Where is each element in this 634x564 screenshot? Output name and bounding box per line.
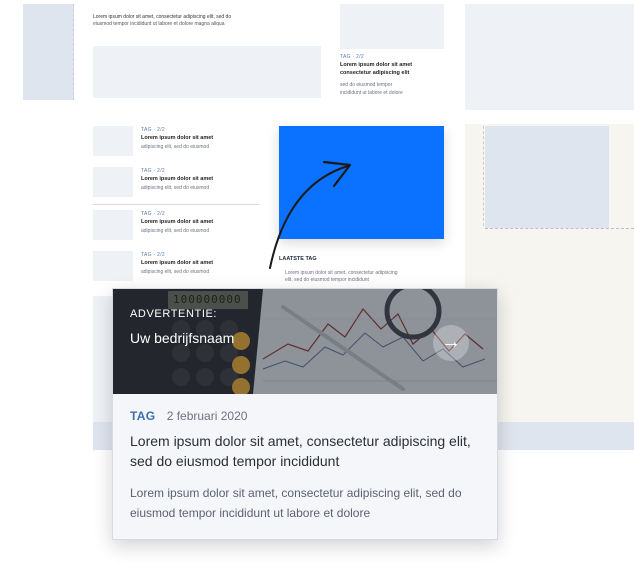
list-item-title[interactable]: Lorem ipsum dolor sit amet: [141, 260, 213, 267]
top-text-line-2: eiusmod tempor incididunt ut labore et d…: [93, 21, 225, 27]
list-item-excerpt: adipiscing elit, sed do eiusmod: [141, 269, 210, 275]
card-meta: TAG 2 februari 2020: [130, 409, 247, 423]
list-item-thumb: [93, 210, 133, 240]
list-item-title[interactable]: Lorem ipsum dolor sit amet: [141, 176, 213, 183]
list-item-thumb: [93, 251, 133, 281]
side-article-title-2[interactable]: consectetur adipiscing elit: [340, 70, 409, 77]
wide-placeholder-block: [93, 46, 321, 98]
list-item-excerpt: adipiscing elit, sed do eiusmod: [141, 228, 210, 234]
arrow-right-icon[interactable]: →: [433, 325, 469, 361]
ad-label: ADVERTENTIE:: [130, 308, 218, 320]
article-list: TAG · 2/2 Lorem ipsum dolor sit amet adi…: [93, 126, 261, 286]
list-item-tag: TAG · 2/2: [141, 127, 166, 133]
side-article-image[interactable]: [340, 4, 444, 49]
right-panel-dashed-vertical: [483, 126, 484, 226]
top-text-line-1: Lorem ipsum dolor sit amet, consectetur …: [93, 14, 232, 20]
card-date: 2 februari 2020: [166, 409, 248, 423]
list-item-thumb: [93, 126, 133, 156]
card-excerpt: Lorem ipsum dolor sit amet, consectetur …: [130, 486, 462, 520]
list-item-tag: TAG · 2/2: [141, 211, 166, 217]
side-article-tag: TAG · 2/2: [340, 54, 365, 60]
list-item[interactable]: TAG · 2/2 Lorem ipsum dolor sit amet adi…: [93, 210, 261, 242]
list-item-excerpt: adipiscing elit, sed do eiusmod: [141, 185, 210, 191]
featured-article-card[interactable]: 100000000 ADVERTENTIE: Uw bedrijfsnaam →…: [112, 288, 498, 540]
list-item-tag: TAG · 2/2: [141, 168, 166, 174]
card-tag[interactable]: TAG: [130, 409, 155, 423]
advertiser-name[interactable]: Uw bedrijfsnaam: [130, 330, 234, 346]
list-item[interactable]: TAG · 2/2 Lorem ipsum dolor sit amet adi…: [93, 167, 261, 199]
right-panel-dashed-line: [485, 228, 634, 229]
right-placeholder-top: [465, 4, 634, 110]
right-panel-image: [485, 126, 609, 228]
left-placeholder-column: [23, 4, 74, 100]
list-item-excerpt: adipiscing elit, sed do eiusmod: [141, 144, 210, 150]
list-item-thumb: [93, 167, 133, 197]
side-article-excerpt-2: incididunt ut labore et dolore: [340, 90, 403, 96]
mid-article-excerpt-2: elit, sed do eiusmod tempor incididunt: [285, 277, 369, 283]
list-item-title[interactable]: Lorem ipsum dolor sit amet: [141, 219, 213, 226]
calculator-display: 100000000: [173, 293, 242, 306]
list-item-tag: TAG · 2/2: [141, 252, 166, 258]
card-media[interactable]: 100000000 ADVERTENTIE: Uw bedrijfsnaam →: [113, 289, 497, 394]
curved-pointer-arrow-icon: [269, 160, 352, 269]
side-article-excerpt-1: sed do eiusmod tempor: [340, 82, 393, 88]
list-item[interactable]: TAG · 2/2 Lorem ipsum dolor sit amet adi…: [93, 251, 261, 283]
list-divider: [93, 204, 259, 205]
lower-left-placeholder: [93, 296, 113, 426]
list-item-title[interactable]: Lorem ipsum dolor sit amet: [141, 135, 213, 142]
list-item[interactable]: TAG · 2/2 Lorem ipsum dolor sit amet adi…: [93, 126, 261, 158]
card-title[interactable]: Lorem ipsum dolor sit amet, consectetur …: [130, 431, 480, 471]
side-article-title-1[interactable]: Lorem ipsum dolor sit amet: [340, 62, 412, 69]
